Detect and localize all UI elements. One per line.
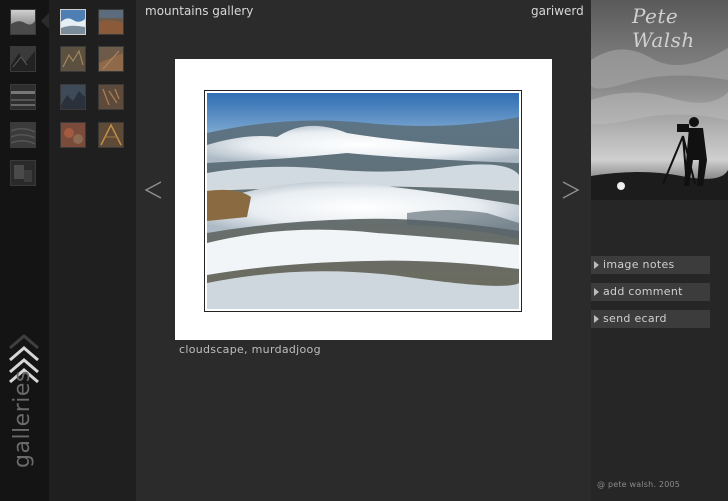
gallery-title: mountains gallery xyxy=(145,4,254,18)
previous-image-button[interactable] xyxy=(143,179,165,201)
gallery-subtitle: gariwerd xyxy=(531,4,584,18)
gallery-thumbnail-image-icon xyxy=(11,47,35,71)
photo-thumb-4[interactable] xyxy=(98,46,124,72)
photo-thumb-2[interactable] xyxy=(98,9,124,35)
galleries-label: galleries xyxy=(10,370,35,468)
gallery-thumb-2[interactable] xyxy=(10,46,36,72)
triangle-right-icon xyxy=(594,315,599,323)
next-image-button[interactable] xyxy=(559,179,581,201)
image-notes-button[interactable]: image notes xyxy=(591,256,710,274)
photo-thumb-8[interactable] xyxy=(98,122,124,148)
gallery-thumbnail-image-icon xyxy=(11,85,35,109)
photo-caption: cloudscape, murdadjoog xyxy=(179,343,321,356)
send-ecard-label: send ecard xyxy=(603,312,667,325)
gallery-thumb-4[interactable] xyxy=(10,122,36,148)
gallery-thumb-3[interactable] xyxy=(10,84,36,110)
photo-thumbnail-image-icon xyxy=(99,85,123,109)
triangle-right-icon xyxy=(594,261,599,269)
add-comment-button[interactable]: add comment xyxy=(591,283,710,301)
cloudscape-photo-image xyxy=(207,93,519,309)
thumbnail-column xyxy=(49,0,136,501)
photo-thumb-3[interactable] xyxy=(60,46,86,72)
photo-thumb-1[interactable] xyxy=(60,9,86,35)
photo-thumb-5[interactable] xyxy=(60,84,86,110)
gallery-thumbnail-image-icon xyxy=(10,123,36,147)
chevron-left-icon xyxy=(144,181,162,199)
photo-thumbnail-image-icon xyxy=(61,10,85,34)
photo-thumbnail-image-icon xyxy=(61,123,85,147)
photo-thumbnail-image-icon xyxy=(61,85,85,109)
photo-thumbnail-image-icon xyxy=(99,47,123,71)
brand-logo[interactable]: Pete Walsh xyxy=(632,4,728,52)
photo-thumbnail-image-icon xyxy=(99,123,123,147)
copyright-text: @ pete walsh. 2005 xyxy=(597,480,681,489)
triangle-right-icon xyxy=(594,288,599,296)
active-gallery-pointer xyxy=(41,13,49,29)
gallery-thumb-5[interactable] xyxy=(10,160,36,186)
photo-thumb-7[interactable] xyxy=(60,122,86,148)
main-photo xyxy=(207,93,519,309)
photo-thumbnail-image-icon xyxy=(99,10,123,34)
gallery-thumbnail-image-icon xyxy=(11,10,35,34)
send-ecard-button[interactable]: send ecard xyxy=(591,310,710,328)
image-notes-label: image notes xyxy=(603,258,675,271)
add-comment-label: add comment xyxy=(603,285,683,298)
photo-thumbnail-image-icon xyxy=(61,47,85,71)
gallery-thumb-1[interactable] xyxy=(10,9,36,35)
gallery-thumbnail-image-icon xyxy=(11,161,35,185)
chevron-right-icon xyxy=(562,181,580,199)
photo-thumb-6[interactable] xyxy=(98,84,124,110)
